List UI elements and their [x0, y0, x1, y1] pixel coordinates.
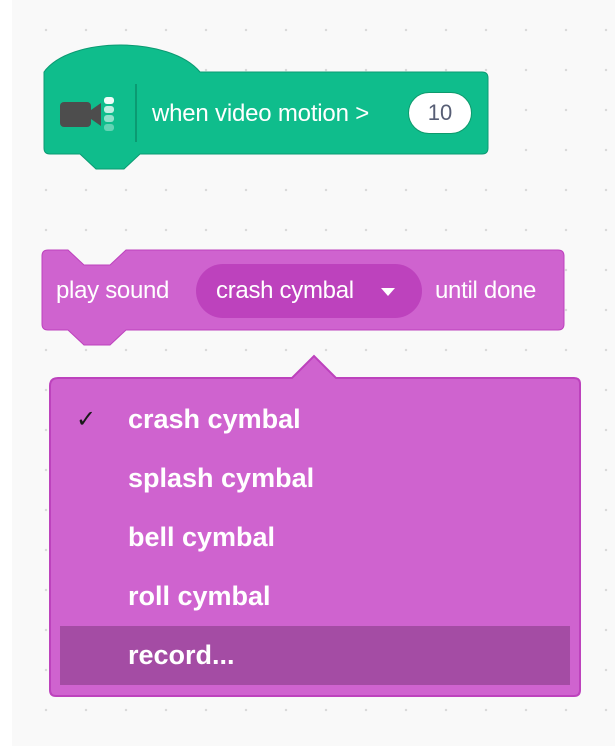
- until-done-label: until done: [435, 277, 537, 304]
- sound-select-dropdown[interactable]: crash cymbal: [196, 264, 422, 318]
- menu-item-crash-cymbal[interactable]: ✓ crash cymbal: [60, 390, 570, 449]
- hat-block-label: when video motion >: [152, 100, 370, 127]
- menu-item-label: roll cymbal: [128, 581, 271, 611]
- menu-item-label: record...: [128, 640, 235, 670]
- menu-item-label: splash cymbal: [128, 463, 315, 493]
- menu-item-roll-cymbal[interactable]: roll cymbal: [60, 567, 570, 626]
- menu-item-splash-cymbal[interactable]: splash cymbal: [60, 449, 570, 508]
- checkmark-icon: ✓: [76, 406, 97, 433]
- dropdown-arrow-icon: [381, 288, 395, 296]
- menu-item-label: crash cymbal: [128, 404, 301, 434]
- play-sound-label: play sound: [56, 277, 170, 304]
- sound-options-list: ✓ crash cymbal splash cymbal bell cymbal…: [60, 390, 570, 685]
- selected-sound-label: crash cymbal: [216, 277, 354, 304]
- menu-item-record[interactable]: record...: [60, 626, 570, 685]
- menu-item-label: bell cymbal: [128, 522, 276, 552]
- menu-item-bell-cymbal[interactable]: bell cymbal: [60, 508, 570, 567]
- motion-threshold-input[interactable]: 10: [408, 92, 472, 134]
